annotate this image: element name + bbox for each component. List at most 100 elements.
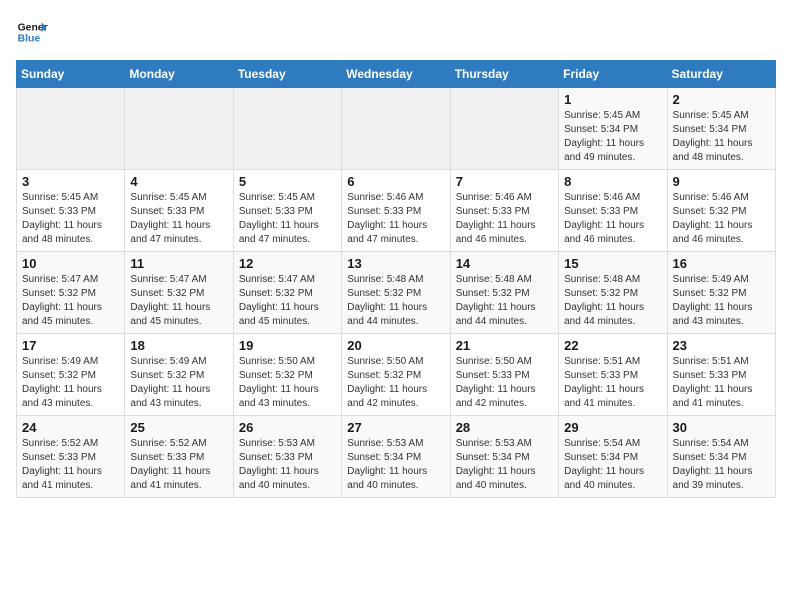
day-info: Sunrise: 5:50 AM Sunset: 5:32 PM Dayligh… [347,355,444,411]
day-info: Sunrise: 5:53 AM Sunset: 5:33 PM Dayligh… [239,437,336,493]
day-info: Sunrise: 5:45 AM Sunset: 5:34 PM Dayligh… [564,109,661,165]
day-number: 13 [347,256,444,271]
calendar-cell: 22Sunrise: 5:51 AM Sunset: 5:33 PM Dayli… [559,334,667,416]
day-info: Sunrise: 5:45 AM Sunset: 5:34 PM Dayligh… [673,109,770,165]
day-info: Sunrise: 5:47 AM Sunset: 5:32 PM Dayligh… [239,273,336,329]
day-info: Sunrise: 5:51 AM Sunset: 5:33 PM Dayligh… [673,355,770,411]
calendar-cell: 16 Sunrise: 5:49 AM Sunset: 5:32 PM Dayli… [667,252,775,334]
day-number: 17 [22,338,119,353]
calendar-cell: 1Sunrise: 5:45 AM Sunset: 5:34 PM Daylig… [559,88,667,170]
day-info: Sunrise: 5:46 AM Sunset: 5:32 PM Dayligh… [673,191,770,247]
day-info: Sunrise: 5:49 AM Sunset: 5:32 PM Dayligh… [673,273,770,329]
day-number: 6 [347,174,444,189]
day-info: Sunrise: 5:50 AM Sunset: 5:33 PM Dayligh… [456,355,553,411]
calendar-cell: 15 Sunrise: 5:48 AM Sunset: 5:32 PM Dayli… [559,252,667,334]
day-number: 10 [22,256,119,271]
day-info: Sunrise: 5:45 AM Sunset: 5:33 PM Dayligh… [130,191,227,247]
calendar-cell: 25Sunrise: 5:52 AM Sunset: 5:33 PM Dayli… [125,416,233,498]
calendar-cell: 10 Sunrise: 5:47 AM Sunset: 5:32 PM Dayli… [17,252,125,334]
calendar-cell: 21 Sunrise: 5:50 AM Sunset: 5:33 PM Dayli… [450,334,558,416]
day-number: 26 [239,420,336,435]
day-number: 11 [130,256,227,271]
calendar-cell: 20 Sunrise: 5:50 AM Sunset: 5:32 PM Dayli… [342,334,450,416]
calendar-table: SundayMondayTuesdayWednesdayThursdayFrid… [16,60,776,498]
day-number: 4 [130,174,227,189]
day-number: 27 [347,420,444,435]
calendar-cell [450,88,558,170]
header-day-tuesday: Tuesday [233,61,341,88]
day-info: Sunrise: 5:50 AM Sunset: 5:32 PM Dayligh… [239,355,336,411]
svg-text:Blue: Blue [18,34,41,45]
calendar-cell: 23Sunrise: 5:51 AM Sunset: 5:33 PM Dayli… [667,334,775,416]
day-info: Sunrise: 5:46 AM Sunset: 5:33 PM Dayligh… [564,191,661,247]
day-info: Sunrise: 5:45 AM Sunset: 5:33 PM Dayligh… [22,191,119,247]
calendar-week-1: 1Sunrise: 5:45 AM Sunset: 5:34 PM Daylig… [17,88,776,170]
day-info: Sunrise: 5:45 AM Sunset: 5:33 PM Dayligh… [239,191,336,247]
header-day-sunday: Sunday [17,61,125,88]
header-day-saturday: Saturday [667,61,775,88]
calendar-cell: 9 Sunrise: 5:46 AM Sunset: 5:32 PM Daylig… [667,170,775,252]
day-number: 29 [564,420,661,435]
day-info: Sunrise: 5:52 AM Sunset: 5:33 PM Dayligh… [22,437,119,493]
day-number: 24 [22,420,119,435]
day-number: 18 [130,338,227,353]
header-day-friday: Friday [559,61,667,88]
day-info: Sunrise: 5:54 AM Sunset: 5:34 PM Dayligh… [673,437,770,493]
header-day-wednesday: Wednesday [342,61,450,88]
header-day-thursday: Thursday [450,61,558,88]
day-number: 8 [564,174,661,189]
day-number: 7 [456,174,553,189]
day-number: 2 [673,92,770,107]
calendar-cell: 24 Sunrise: 5:52 AM Sunset: 5:33 PM Dayli… [17,416,125,498]
calendar-cell: 3 Sunrise: 5:45 AM Sunset: 5:33 PM Daylig… [17,170,125,252]
day-info: Sunrise: 5:48 AM Sunset: 5:32 PM Dayligh… [456,273,553,329]
day-number: 5 [239,174,336,189]
day-number: 3 [22,174,119,189]
day-number: 28 [456,420,553,435]
day-info: Sunrise: 5:48 AM Sunset: 5:32 PM Dayligh… [347,273,444,329]
calendar-cell: 8 Sunrise: 5:46 AM Sunset: 5:33 PM Daylig… [559,170,667,252]
calendar-cell: 18 Sunrise: 5:49 AM Sunset: 5:32 PM Dayli… [125,334,233,416]
calendar-cell: 26 Sunrise: 5:53 AM Sunset: 5:33 PM Dayli… [233,416,341,498]
day-info: Sunrise: 5:52 AM Sunset: 5:33 PM Dayligh… [130,437,227,493]
day-number: 14 [456,256,553,271]
day-info: Sunrise: 5:48 AM Sunset: 5:32 PM Dayligh… [564,273,661,329]
day-number: 9 [673,174,770,189]
calendar-body: 1Sunrise: 5:45 AM Sunset: 5:34 PM Daylig… [17,88,776,498]
day-number: 20 [347,338,444,353]
day-number: 12 [239,256,336,271]
calendar-cell: 13 Sunrise: 5:48 AM Sunset: 5:32 PM Dayli… [342,252,450,334]
calendar-cell: 12 Sunrise: 5:47 AM Sunset: 5:32 PM Dayli… [233,252,341,334]
day-info: Sunrise: 5:53 AM Sunset: 5:34 PM Dayligh… [456,437,553,493]
calendar-cell: 7 Sunrise: 5:46 AM Sunset: 5:33 PM Daylig… [450,170,558,252]
calendar-cell: 30Sunrise: 5:54 AM Sunset: 5:34 PM Dayli… [667,416,775,498]
calendar-week-5: 24 Sunrise: 5:52 AM Sunset: 5:33 PM Dayli… [17,416,776,498]
day-info: Sunrise: 5:49 AM Sunset: 5:32 PM Dayligh… [22,355,119,411]
day-info: Sunrise: 5:46 AM Sunset: 5:33 PM Dayligh… [347,191,444,247]
calendar-header-row: SundayMondayTuesdayWednesdayThursdayFrid… [17,61,776,88]
logo: General Blue [16,16,48,48]
calendar-cell: 27 Sunrise: 5:53 AM Sunset: 5:34 PM Dayli… [342,416,450,498]
calendar-cell: 29Sunrise: 5:54 AM Sunset: 5:34 PM Dayli… [559,416,667,498]
calendar-cell: 14 Sunrise: 5:48 AM Sunset: 5:32 PM Dayli… [450,252,558,334]
day-info: Sunrise: 5:51 AM Sunset: 5:33 PM Dayligh… [564,355,661,411]
day-number: 19 [239,338,336,353]
calendar-cell: 4 Sunrise: 5:45 AM Sunset: 5:33 PM Daylig… [125,170,233,252]
day-number: 21 [456,338,553,353]
logo-icon: General Blue [16,16,48,48]
page-header: General Blue [16,16,776,48]
day-info: Sunrise: 5:49 AM Sunset: 5:32 PM Dayligh… [130,355,227,411]
day-info: Sunrise: 5:47 AM Sunset: 5:32 PM Dayligh… [22,273,119,329]
day-number: 16 [673,256,770,271]
calendar-cell: 17 Sunrise: 5:49 AM Sunset: 5:32 PM Dayli… [17,334,125,416]
calendar-cell [17,88,125,170]
day-info: Sunrise: 5:47 AM Sunset: 5:32 PM Dayligh… [130,273,227,329]
calendar-cell: 11 Sunrise: 5:47 AM Sunset: 5:32 PM Dayli… [125,252,233,334]
day-number: 15 [564,256,661,271]
header-day-monday: Monday [125,61,233,88]
day-info: Sunrise: 5:53 AM Sunset: 5:34 PM Dayligh… [347,437,444,493]
calendar-cell: 2 Sunrise: 5:45 AM Sunset: 5:34 PM Daylig… [667,88,775,170]
calendar-cell [233,88,341,170]
day-info: Sunrise: 5:46 AM Sunset: 5:33 PM Dayligh… [456,191,553,247]
calendar-week-3: 10 Sunrise: 5:47 AM Sunset: 5:32 PM Dayli… [17,252,776,334]
